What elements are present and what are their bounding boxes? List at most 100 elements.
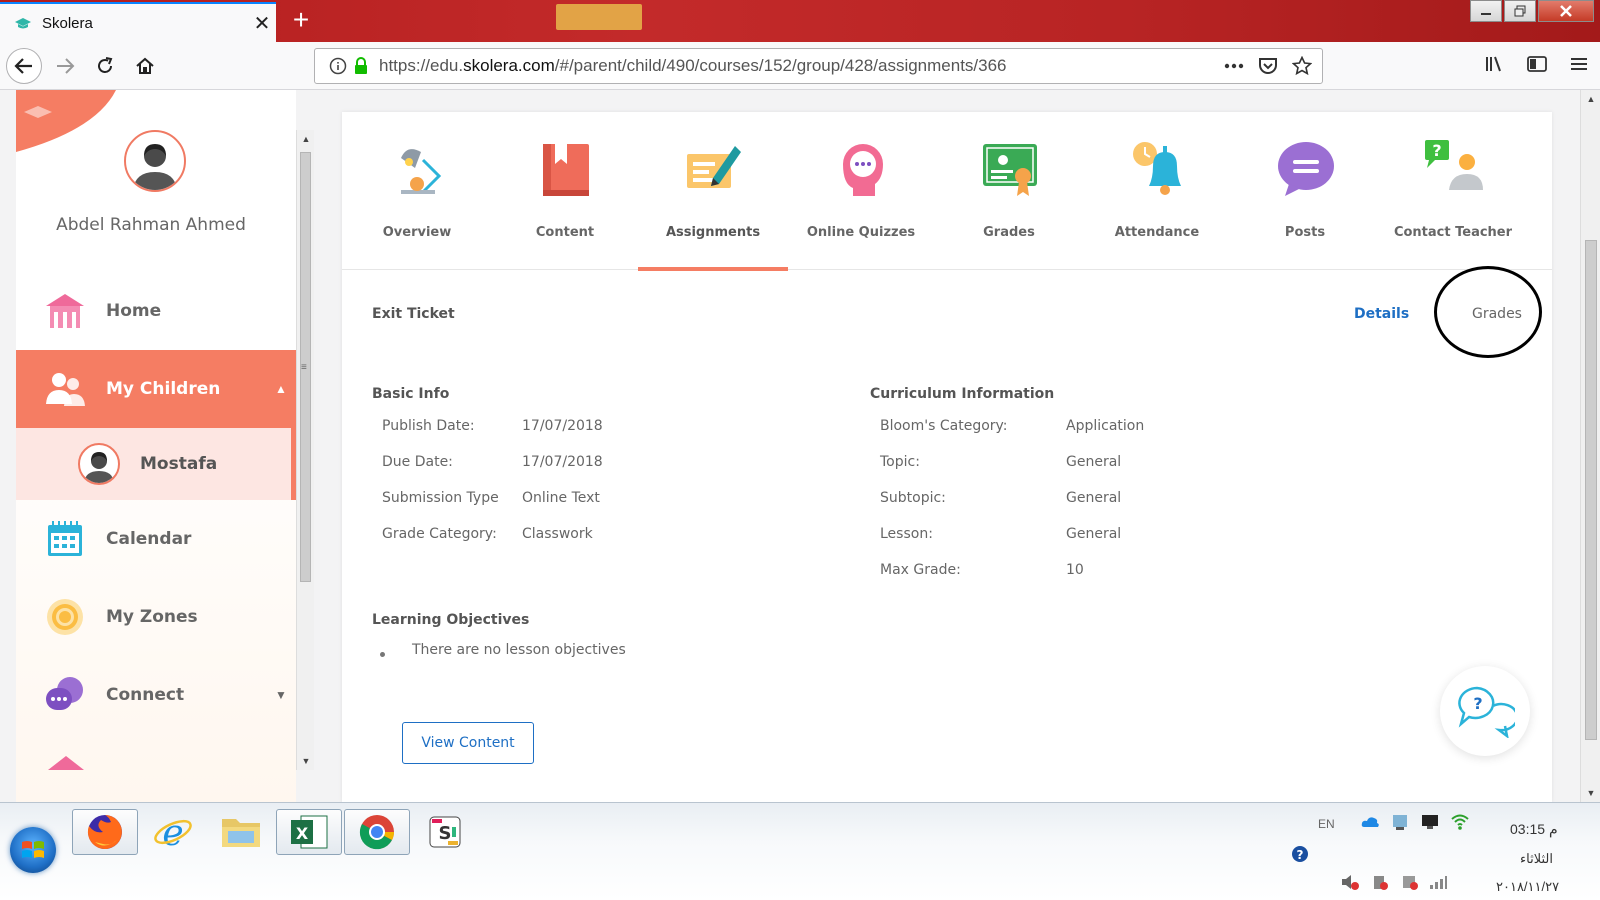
sidebar-item-label: Calendar: [106, 529, 192, 549]
sidebar-item-my-zones[interactable]: My Zones: [16, 578, 296, 656]
tab-contact-teacher[interactable]: ? Contact Teacher: [1378, 112, 1528, 270]
question-person-icon: ?: [1425, 140, 1483, 190]
url-text[interactable]: https://edu.skolera.com/#/parent/child/4…: [379, 56, 1224, 76]
clock-time[interactable]: 03:15 م: [1510, 821, 1558, 838]
home-button[interactable]: [128, 50, 162, 82]
page-scroll-thumb[interactable]: [1585, 240, 1597, 740]
page-actions-icon[interactable]: [1224, 63, 1244, 69]
restore-button[interactable]: [1504, 0, 1536, 22]
browser-toolbar-right: [1484, 54, 1590, 74]
new-tab-button[interactable]: +: [286, 6, 316, 36]
book-icon: [543, 144, 589, 196]
chevron-down-icon[interactable]: ▼: [266, 688, 296, 702]
monitor-icon[interactable]: [1420, 813, 1440, 831]
tab-label: Assignments: [665, 225, 761, 240]
browser-tab-strip: Skolera ✕ +: [0, 0, 1600, 42]
url-prefix: https://edu.: [379, 56, 464, 75]
start-button[interactable]: [10, 827, 56, 873]
volume-muted-icon[interactable]: [1340, 873, 1360, 891]
page-curl-logo-icon: [16, 90, 116, 152]
svg-text:?: ?: [1432, 141, 1441, 160]
back-arrow-icon: [14, 58, 32, 74]
tab-assignments[interactable]: Assignments: [638, 112, 788, 271]
sidebar-item-calendar[interactable]: Calendar: [16, 500, 296, 578]
page-scrollbar[interactable]: ▲ ▼: [1580, 90, 1600, 802]
signal-bars-icon[interactable]: [1428, 873, 1448, 891]
help-circle-icon[interactable]: ?: [1290, 845, 1310, 863]
sidebar-item-home[interactable]: Home: [16, 272, 296, 350]
library-icon[interactable]: [1484, 54, 1506, 74]
close-window-button[interactable]: [1538, 0, 1594, 22]
context-tab-highlight: [556, 4, 642, 30]
app-area: Abdel Rahman Ahmed Home My Children ▲ Mo…: [0, 90, 1600, 802]
taskbar-internet-explorer[interactable]: e: [140, 809, 206, 855]
taskbar-excel[interactable]: X: [276, 809, 342, 855]
reload-icon: [98, 57, 113, 73]
taskbar-firefox[interactable]: [72, 809, 138, 855]
child-avatar-icon: [78, 443, 120, 485]
menu-hamburger-icon[interactable]: [1568, 54, 1590, 74]
tab-close-icon[interactable]: ✕: [248, 11, 276, 36]
sidebar-item-label: Home: [106, 301, 162, 321]
page-scroll-down-icon[interactable]: ▼: [1581, 784, 1600, 802]
tab-title: Skolera: [42, 14, 93, 32]
taskbar-slack[interactable]: S: [412, 809, 478, 855]
user-avatar[interactable]: [124, 130, 186, 192]
max-grade-label: Max Grade:: [880, 562, 961, 578]
tab-content[interactable]: Content: [490, 112, 640, 270]
sidebar-scrollbar[interactable]: ▲ ≡ ▼: [296, 130, 314, 770]
language-indicator[interactable]: EN: [1318, 817, 1335, 831]
info-icon[interactable]: [325, 57, 351, 75]
secure-lock-icon[interactable]: [351, 57, 371, 75]
home-icon: [136, 57, 154, 74]
tab-overview[interactable]: Overview: [342, 112, 492, 270]
assignment-pen-icon: [687, 146, 741, 188]
minimize-button[interactable]: [1470, 0, 1502, 22]
clock-day: الثلاثاء: [1520, 851, 1553, 866]
bookmark-star-icon[interactable]: [1292, 56, 1312, 76]
tab-online-quizzes[interactable]: Online Quizzes: [786, 112, 936, 270]
tab-label: Contact Teacher: [1393, 225, 1513, 240]
url-actions: [1224, 56, 1312, 76]
submission-type-label: Submission Type: [382, 490, 499, 506]
annotation-circle: [1434, 266, 1542, 358]
forward-button[interactable]: [48, 50, 82, 82]
page-scroll-up-icon[interactable]: ▲: [1581, 90, 1600, 108]
pocket-icon[interactable]: [1258, 57, 1278, 75]
address-bar[interactable]: https://edu.skolera.com/#/parent/child/4…: [314, 48, 1323, 84]
taskbar-chrome[interactable]: [344, 809, 410, 855]
sidebar-item-connect[interactable]: Connect ▼: [16, 656, 296, 734]
publish-date-label: Publish Date:: [382, 418, 475, 434]
browser-tab[interactable]: Skolera ✕: [0, 2, 276, 42]
network-error-icon[interactable]: [1400, 873, 1420, 891]
onedrive-icon[interactable]: [1360, 813, 1380, 831]
battery-icon[interactable]: [1370, 873, 1390, 891]
sidebar-item-my-children[interactable]: My Children ▲: [16, 350, 296, 428]
chevron-up-icon[interactable]: ▲: [266, 382, 296, 396]
folder-icon: [222, 819, 260, 847]
subtopic-label: Subtopic:: [880, 490, 946, 506]
lesson-label: Lesson:: [880, 526, 933, 542]
chat-bubble-icon: [1278, 142, 1334, 196]
objective-item: There are no lesson objectives: [412, 642, 626, 658]
tab-posts[interactable]: Posts: [1230, 112, 1380, 270]
tab-grades[interactable]: Grades: [934, 112, 1084, 270]
wifi-icon[interactable]: [1450, 813, 1470, 831]
details-link[interactable]: Details: [1354, 306, 1409, 322]
due-date-label: Due Date:: [382, 454, 453, 470]
sidebar-child-mostafa[interactable]: Mostafa: [16, 428, 296, 500]
help-chat-button[interactable]: ?: [1440, 666, 1530, 756]
view-content-button[interactable]: View Content: [402, 722, 534, 764]
scroll-down-arrow-icon[interactable]: ▼: [297, 752, 315, 770]
windows-logo-icon: [22, 841, 44, 858]
taskbar-file-explorer[interactable]: [208, 809, 274, 855]
back-button[interactable]: [6, 48, 42, 84]
assignment-card: Overview Content Assignments Online Quiz…: [342, 112, 1552, 802]
network-app-icon[interactable]: [1390, 813, 1410, 831]
tab-attendance[interactable]: Attendance: [1082, 112, 1232, 270]
svg-text:S: S: [439, 823, 452, 844]
scroll-up-arrow-icon[interactable]: ▲: [297, 130, 315, 148]
sidebar-toggle-icon[interactable]: [1526, 54, 1548, 74]
reload-button[interactable]: [88, 50, 122, 82]
close-icon: [1560, 5, 1572, 17]
